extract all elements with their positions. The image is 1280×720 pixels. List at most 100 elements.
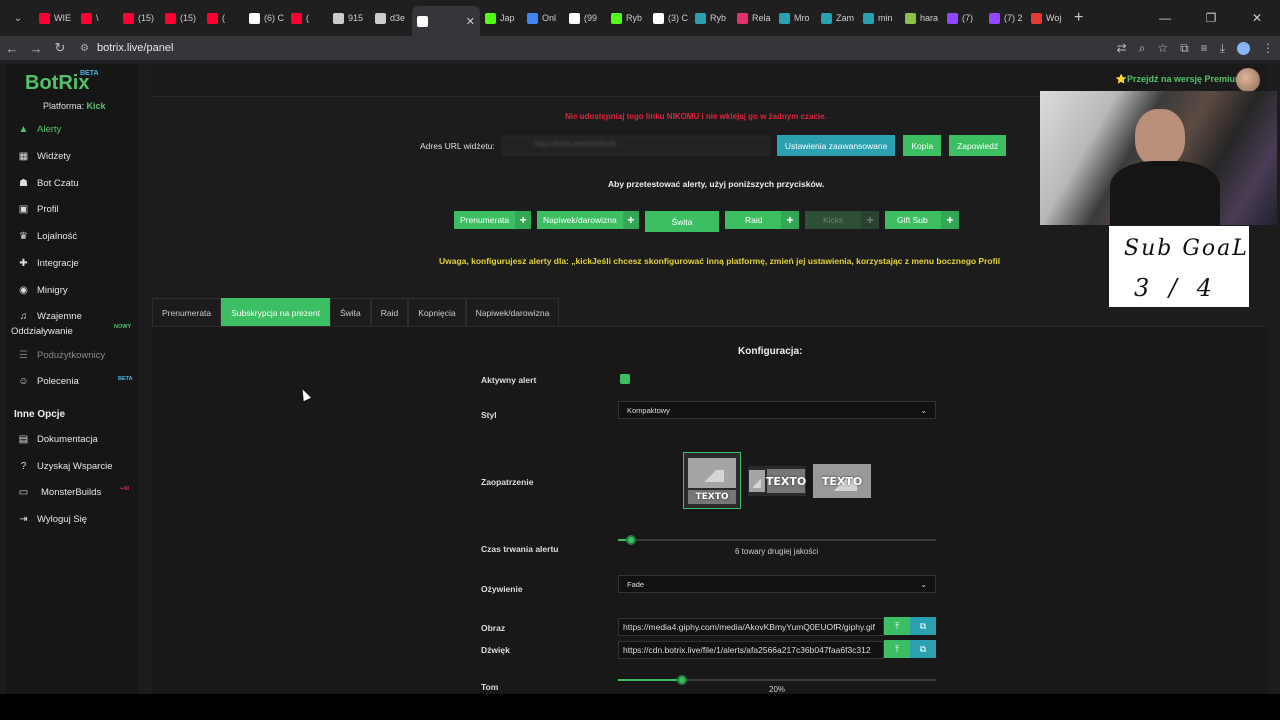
browser-tab[interactable]: Onl: [522, 4, 564, 32]
sidebar-item-monsterbuilds[interactable]: ▭ MonsterBuilds: [18, 487, 101, 498]
test-subscription-button[interactable]: Prenumerata +: [454, 211, 531, 229]
tab-napiwek[interactable]: Napiwek/darowizna: [465, 298, 560, 326]
tab-title: hara: [920, 13, 939, 23]
browser-tab[interactable]: Mro: [774, 4, 816, 32]
volume-slider-handle[interactable]: [677, 675, 687, 685]
widget-url-field[interactable]: https://botrix.live/alert/kick/...: [502, 136, 769, 155]
sidebar-item-bot-czatu[interactable]: ☗ Bot Czatu: [18, 178, 79, 189]
sidebar-item-profil[interactable]: ▣ Profil: [18, 204, 59, 215]
active-alert-checkbox[interactable]: [620, 374, 630, 384]
sidebar-item-wsparcie[interactable]: ? Uzyskaj Wsparcie: [18, 461, 113, 472]
users-icon: ☰: [19, 350, 28, 361]
reload-icon[interactable]: ↻: [48, 40, 72, 56]
restore-icon[interactable]: ❐: [1188, 11, 1234, 25]
browser-tab[interactable]: 915: [328, 4, 370, 32]
tab-prenumerata[interactable]: Prenumerata: [152, 298, 222, 326]
back-icon[interactable]: ←: [0, 41, 24, 56]
sidebar-item-minigry[interactable]: ◉ Minigry: [18, 285, 68, 296]
site-info-icon[interactable]: ⚙: [80, 43, 89, 54]
browser-tab[interactable]: Zam: [816, 4, 858, 32]
premium-link[interactable]: ⭐Przejdź na wersję Premium: [1116, 74, 1243, 85]
image-library-icon[interactable]: ⧉: [910, 617, 936, 635]
browser-tab[interactable]: WIE: [34, 4, 76, 32]
browser-tab[interactable]: (15): [118, 4, 160, 32]
sound-library-icon[interactable]: ⧉: [910, 640, 936, 658]
tab-favicon-icon: [81, 12, 92, 24]
test-tip-button[interactable]: Napiwek/darowizna +: [537, 211, 639, 229]
browser-tab[interactable]: ✕: [412, 6, 480, 36]
profile-avatar[interactable]: [1237, 41, 1250, 55]
sidebar-item-dokumentacja[interactable]: ▤ Dokumentacja: [18, 434, 98, 445]
test-raid-button[interactable]: Raid +: [725, 211, 799, 229]
sidebar-item-wyloguj[interactable]: ⇥ Wyloguj Się: [18, 514, 87, 525]
tab-swita[interactable]: Świta: [329, 298, 371, 326]
browser-tab[interactable]: (3) C: [648, 4, 690, 32]
duration-slider-handle[interactable]: [626, 535, 636, 545]
extensions-icon[interactable]: ⧉: [1180, 41, 1189, 56]
browser-tab[interactable]: (6) C: [244, 4, 286, 32]
kebab-menu-icon[interactable]: ⋮: [1262, 41, 1274, 55]
tab-search-icon[interactable]: ⌄: [8, 8, 28, 28]
browser-tab[interactable]: hara: [900, 4, 942, 32]
browser-tab[interactable]: Woj: [1026, 4, 1068, 32]
sidebar-item-wzajemne-line2[interactable]: Oddziaływanie: [11, 326, 73, 337]
volume-slider[interactable]: [618, 675, 936, 685]
media-icon[interactable]: ≡: [1201, 41, 1208, 55]
image-url-input[interactable]: https://media4.giphy.com/media/AkovKBmyY…: [618, 618, 884, 636]
copy-button[interactable]: Kopia: [903, 135, 942, 156]
browser-tab[interactable]: (: [202, 4, 244, 32]
close-window-icon[interactable]: ✕: [1234, 11, 1280, 25]
sidebar-item-widzety[interactable]: ▦ Widżety: [18, 151, 71, 162]
sidebar-item-polecenia[interactable]: ☺ Polecenia: [18, 376, 78, 387]
tab-title: min: [878, 13, 893, 23]
sidebar-item-lojalnosc[interactable]: ♛ Lojalność: [18, 231, 77, 242]
browser-tab[interactable]: Jap: [480, 4, 522, 32]
layout-option-side[interactable]: TEXTO: [748, 466, 806, 496]
tab-kopniecia[interactable]: Kopnięcia: [408, 298, 466, 326]
sidebar-item-integracje[interactable]: ✚ Integracje: [18, 258, 78, 269]
user-avatar[interactable]: [1236, 68, 1260, 92]
test-kicks-button[interactable]: Kicks +: [805, 211, 879, 229]
minimize-icon[interactable]: —: [1142, 11, 1188, 25]
browser-tab[interactable]: (15): [160, 4, 202, 32]
style-select[interactable]: Kompaktowy ⌄: [618, 401, 936, 419]
sidebar-item-wzajemne[interactable]: ♫ Wzajemne: [18, 311, 82, 322]
zoom-icon[interactable]: ⌕: [1139, 41, 1146, 56]
animation-select[interactable]: Fade ⌄: [618, 575, 936, 593]
browser-tab[interactable]: min: [858, 4, 900, 32]
browser-tab[interactable]: (7) 2: [984, 4, 1026, 32]
tab-title: Onl: [542, 13, 557, 23]
tab-raid[interactable]: Raid: [370, 298, 409, 326]
sound-url-input[interactable]: https://cdn.botrix.live/file/1/alerts/af…: [618, 641, 884, 659]
preview-button[interactable]: Zapowiedź: [949, 135, 1007, 156]
test-gift-sub-button[interactable]: Gift Sub +: [885, 211, 959, 229]
upload-image-icon[interactable]: ⤒: [884, 617, 910, 635]
browser-tab[interactable]: (7): [942, 4, 984, 32]
layout-option-stacked[interactable]: TEXTO: [683, 452, 741, 509]
test-host-button[interactable]: Świta: [645, 211, 719, 232]
layout-option-overlay[interactable]: TEXTO: [813, 464, 871, 498]
browser-tab[interactable]: (99: [564, 4, 606, 32]
url-field[interactable]: ⚙ botrix.live/panel: [80, 42, 173, 54]
browser-tab[interactable]: Rela: [732, 4, 774, 32]
browser-tab[interactable]: Ryb: [690, 4, 732, 32]
tab-favicon-icon: [165, 12, 176, 24]
tab-favicon-icon: [863, 12, 874, 24]
duration-slider[interactable]: [618, 535, 936, 545]
bookmark-star-icon[interactable]: ☆: [1157, 41, 1168, 55]
advanced-settings-button[interactable]: Ustawienia zaawansowane: [776, 135, 896, 156]
browser-tab[interactable]: \: [76, 4, 118, 32]
forward-icon[interactable]: →: [24, 41, 48, 56]
sidebar-item-alerty[interactable]: ▲ Alerty: [18, 124, 62, 135]
tab-favicon-icon: [39, 12, 50, 24]
new-tab-icon[interactable]: +: [1074, 9, 1083, 27]
download-icon[interactable]: ⤓: [1220, 41, 1225, 56]
browser-tab[interactable]: d3e: [370, 4, 412, 32]
close-tab-icon[interactable]: ✕: [466, 15, 475, 28]
browser-tab[interactable]: (: [286, 4, 328, 32]
browser-tab[interactable]: Ryb: [606, 4, 648, 32]
upload-sound-icon[interactable]: ⤒: [884, 640, 910, 658]
tab-gift-sub[interactable]: Subskrypcja na prezent: [221, 298, 330, 326]
sidebar-item-poduzytkownicy[interactable]: ☰ Podużytkownicy: [18, 350, 105, 361]
translate-icon[interactable]: ⇄: [1117, 41, 1127, 55]
